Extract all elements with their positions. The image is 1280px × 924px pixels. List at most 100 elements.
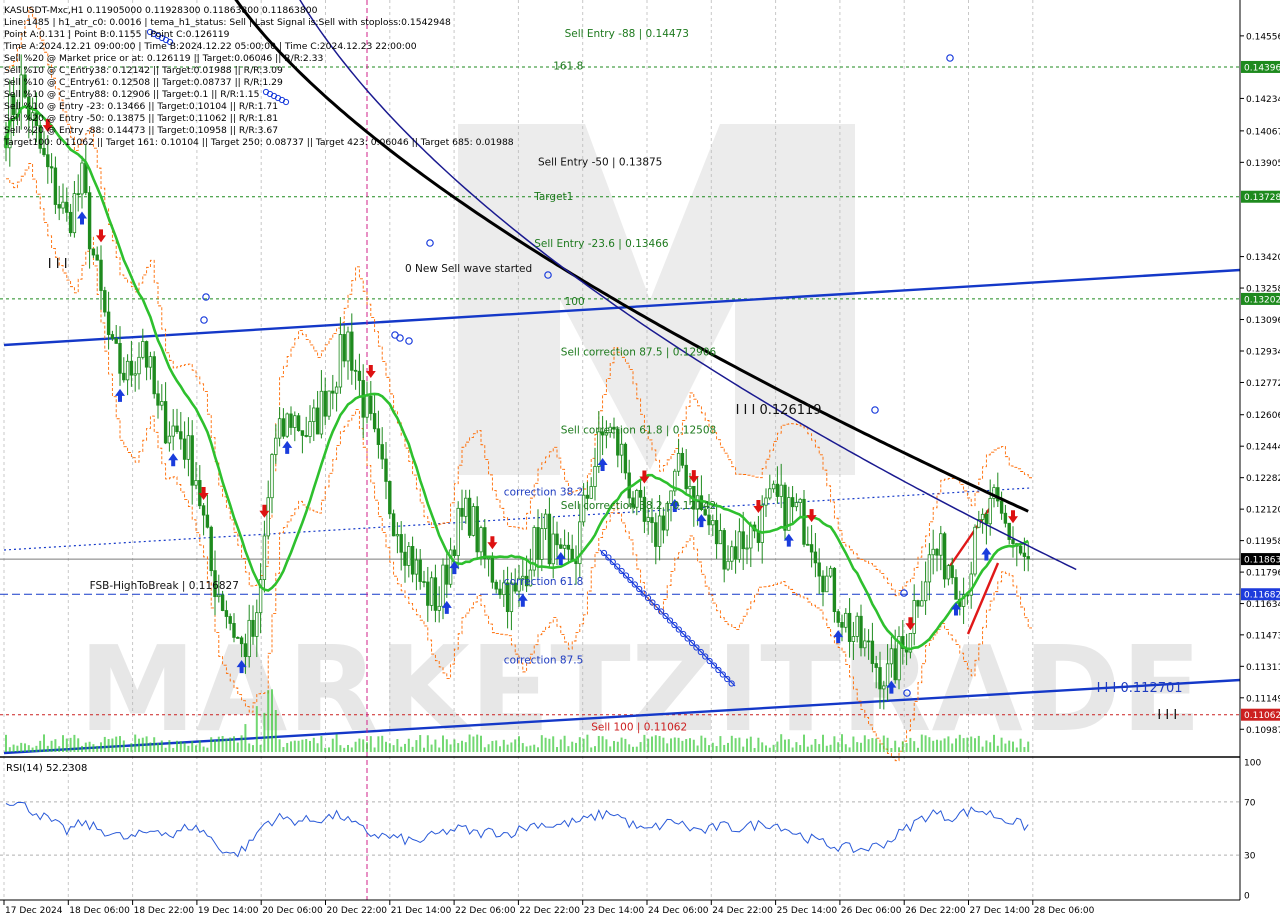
volume-bar <box>901 741 904 752</box>
volume-bar <box>958 734 961 752</box>
candle-body <box>125 360 130 381</box>
candle-body <box>224 610 229 617</box>
info-header-line: Sell %10 @ C_Entry61: 0.12508 || Target:… <box>4 77 283 88</box>
candle-body <box>266 497 270 537</box>
chart-annotation: Sell correction 87.5 | 0.12906 <box>561 347 717 359</box>
volume-bar <box>400 746 403 752</box>
info-header-line: Time A:2024.12.21 09:00:00 | Time B:2024… <box>3 41 417 52</box>
candle-body <box>152 356 156 395</box>
volume-bar <box>187 745 190 752</box>
volume-bar <box>381 735 384 752</box>
candle-body <box>327 390 331 417</box>
candle-body <box>308 421 312 437</box>
volume-bar <box>852 736 855 752</box>
volume-bar <box>1000 737 1003 752</box>
price-tick-label: 0.10987 <box>1246 726 1280 736</box>
candle-body <box>315 407 320 435</box>
volume-bar <box>894 740 897 752</box>
volume-bar <box>305 739 308 752</box>
time-tick-label: 25 Dec 14:00 <box>777 906 838 916</box>
volume-bar <box>43 734 45 752</box>
candle-body <box>802 498 806 545</box>
candle-body <box>388 481 392 515</box>
candle-body <box>676 452 681 472</box>
volume-bar <box>442 735 444 752</box>
volume-bar <box>290 741 292 752</box>
volume-bar <box>746 738 748 752</box>
volume-bar <box>122 740 125 752</box>
candle-body <box>323 390 327 417</box>
volume-bar <box>708 745 710 752</box>
volume-bar <box>240 735 243 752</box>
volume-bar <box>316 743 319 752</box>
candle-body <box>141 341 145 358</box>
volume-bar <box>993 734 995 752</box>
candle-body <box>91 248 96 256</box>
candle-body <box>718 530 723 545</box>
candle-body <box>498 588 502 596</box>
candle-body <box>870 640 875 664</box>
candle-body <box>129 360 134 376</box>
volume-bar <box>480 735 482 752</box>
chart-annotation: correction 87.5 <box>504 655 583 667</box>
volume-bar <box>461 740 463 752</box>
volume-bar <box>434 739 437 752</box>
candle-body <box>437 605 441 611</box>
candle-body <box>825 575 829 593</box>
time-tick-label: 22 Dec 22:00 <box>519 906 580 916</box>
price-badge-label: 0.11863 <box>1244 556 1280 566</box>
volume-bar <box>1019 738 1022 752</box>
candle-body <box>365 395 369 418</box>
volume-bar <box>654 735 657 752</box>
time-tick-label: 28 Dec 06:00 <box>1034 906 1095 916</box>
volume-bar <box>419 735 422 752</box>
candle-body <box>61 201 65 209</box>
chart-annotation: Sell correction 38.2 | 0.12142 <box>561 500 716 512</box>
volume-bar <box>229 737 232 752</box>
volume-bar <box>107 739 110 752</box>
info-header-line: Sell %20 @ Market price or at: 0.126119 … <box>4 53 324 64</box>
candle-body <box>407 546 411 566</box>
candle-body <box>441 564 445 607</box>
volume-bar <box>27 745 30 752</box>
info-header-line: Line:1485 | h1_atr_c0: 0.0016 | tema_h1_… <box>4 17 451 28</box>
candle-body <box>490 557 495 583</box>
volume-bar <box>388 743 391 752</box>
candle-body <box>935 548 939 556</box>
candle-body <box>536 527 540 560</box>
info-header-line: Sell %10 @ C_Entry88: 0.12906 || Target:… <box>4 89 260 100</box>
volume-bar <box>787 739 790 752</box>
volume-bar <box>206 747 209 752</box>
chart-annotation: Target1 <box>533 191 573 203</box>
candle-body <box>722 530 726 570</box>
info-header-line: Sell %10 @ Entry -23: 0.13466 || Target:… <box>4 101 278 112</box>
candle-body <box>585 494 590 499</box>
candle-body <box>984 513 989 525</box>
volume-bar <box>947 736 950 752</box>
candle-body <box>334 386 339 394</box>
candle-body <box>84 162 88 194</box>
candle-body <box>452 549 457 557</box>
candle-body <box>566 544 571 550</box>
candle-body <box>882 685 886 690</box>
info-header-line: Target100: 0.11062 || Target 161: 0.1010… <box>3 137 514 148</box>
volume-bar <box>647 738 650 752</box>
volume-bar <box>525 746 528 752</box>
candle-body <box>243 643 248 658</box>
volume-bar <box>221 735 224 752</box>
volume-bar <box>875 738 878 752</box>
volume-bar <box>506 744 509 752</box>
candle-body <box>460 507 464 517</box>
candle-body <box>357 370 362 381</box>
candle-body <box>768 488 772 499</box>
time-tick-label: 24 Dec 06:00 <box>648 906 709 916</box>
volume-bar <box>438 747 441 752</box>
volume-bar <box>989 742 992 752</box>
candle-body <box>342 334 346 362</box>
volume-bar <box>350 747 353 752</box>
volume-bar <box>913 741 916 752</box>
volume-bar <box>692 739 695 752</box>
volume-bar <box>255 706 258 752</box>
volume-bar <box>590 747 593 752</box>
volume-bar <box>985 740 988 752</box>
